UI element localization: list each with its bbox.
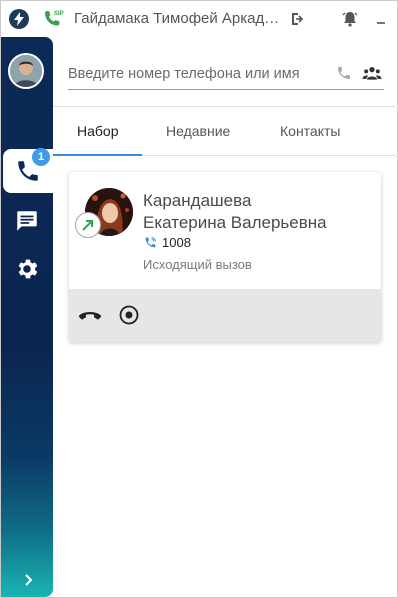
avatar[interactable]	[8, 53, 44, 89]
search-divider	[53, 106, 398, 107]
contact-number: 1008	[144, 235, 191, 250]
gear-icon	[18, 259, 38, 279]
hangup-icon	[78, 312, 102, 320]
contact-name: Карандашева Екатерина Валерьевна	[143, 190, 327, 234]
hangup-button[interactable]	[78, 303, 102, 327]
record-button[interactable]	[117, 303, 141, 327]
notifications-button[interactable]	[341, 10, 359, 28]
record-icon	[119, 305, 139, 325]
phone-icon	[145, 237, 156, 248]
search-phone-button[interactable]	[336, 65, 354, 83]
chat-icon	[17, 211, 37, 231]
logout-icon	[292, 13, 304, 25]
contact-number-value: 1008	[162, 235, 191, 250]
outgoing-arrow-icon	[75, 212, 101, 238]
sidebar-item-settings[interactable]	[1, 247, 53, 291]
active-call-card: Карандашева Екатерина Валерьевна 1008 Ис…	[69, 172, 381, 342]
minimize-button[interactable]	[372, 10, 390, 28]
sidebar: 1	[1, 37, 53, 597]
people-icon	[362, 67, 382, 80]
app-window: SIP Гайдамака Тимофей Аркадьевич 1 Введи…	[0, 0, 398, 598]
window-title: Гайдамака Тимофей Аркадьевич	[74, 10, 284, 27]
logout-button[interactable]	[290, 10, 308, 28]
search-bar	[68, 58, 384, 90]
tab-contacts[interactable]: Контакты	[280, 123, 340, 143]
tab-recent[interactable]: Недавние	[166, 123, 230, 143]
minimize-icon	[377, 22, 385, 24]
lightning-bolt-icon	[9, 9, 29, 29]
dial-badge: 1	[32, 148, 50, 166]
sidebar-item-dial[interactable]: 1	[3, 148, 53, 193]
chevron-right-icon	[25, 574, 33, 586]
sip-label: SIP	[54, 11, 64, 17]
expand-sidebar-button[interactable]	[21, 573, 35, 587]
groups-button[interactable]	[362, 65, 382, 83]
call-actions	[69, 289, 381, 342]
phone-sip-icon: SIP	[41, 8, 65, 30]
contact-name-line2: Екатерина Валерьевна	[143, 213, 327, 232]
active-tab-indicator	[53, 154, 142, 156]
call-status: Исходящий вызов	[143, 257, 252, 272]
tab-dial[interactable]: Набор	[77, 123, 119, 143]
sidebar-item-chat[interactable]	[1, 199, 53, 243]
bell-icon	[342, 12, 358, 27]
phone-icon	[338, 67, 350, 79]
title-bar: SIP Гайдамака Тимофей Аркадьевич	[1, 1, 397, 37]
contact-name-line1: Карандашева	[143, 191, 252, 210]
search-input[interactable]	[68, 62, 330, 86]
